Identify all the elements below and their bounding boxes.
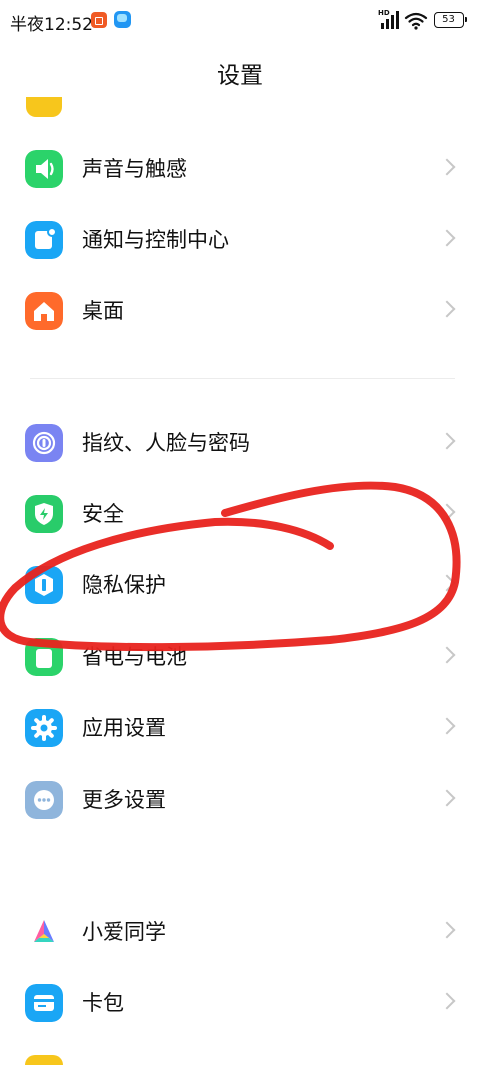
item-label: 更多设置 [82, 788, 166, 812]
notification-icon [25, 221, 63, 259]
item-label: 安全 [82, 502, 124, 526]
home-icon [25, 292, 63, 330]
status-bar: 半夜12:52 HD 53 [0, 0, 480, 44]
fingerprint-icon [25, 424, 63, 462]
settings-item-privacy[interactable]: 隐私保护 [0, 550, 480, 620]
group-divider [30, 378, 455, 379]
page-title: 设置 [217, 63, 263, 89]
settings-item-desktop[interactable]: 桌面 [0, 276, 480, 346]
settings-item-notifications[interactable]: 通知与控制中心 [0, 205, 480, 275]
item-label: 通知与控制中心 [82, 228, 229, 252]
app-notification-icon [114, 11, 131, 28]
settings-item-battery[interactable]: 省电与电池 [0, 622, 480, 692]
hd-badge: HD [378, 9, 390, 17]
chevron-right-icon [438, 717, 456, 735]
item-label: 隐私保护 [82, 573, 166, 597]
chevron-right-icon [438, 158, 456, 176]
item-label: 卡包 [82, 991, 124, 1015]
signal-icon: HD [378, 9, 404, 31]
chevron-right-icon [438, 921, 456, 939]
partial-item-icon [26, 97, 62, 117]
video-app-icon [91, 12, 107, 28]
battery-icon: 53 [434, 12, 467, 28]
more-icon [25, 781, 63, 819]
item-label: 桌面 [82, 299, 124, 323]
settings-item-more[interactable]: 更多设置 [0, 765, 480, 835]
partial-item-icon [25, 1055, 63, 1065]
chevron-right-icon [438, 574, 456, 592]
chevron-right-icon [438, 992, 456, 1010]
item-label: 声音与触感 [82, 157, 187, 181]
chevron-right-icon [438, 503, 456, 521]
settings-item-wallet[interactable]: 卡包 [0, 968, 480, 1038]
chevron-right-icon [438, 300, 456, 318]
wallet-icon [25, 984, 63, 1022]
settings-item-xiaoai[interactable]: 小爱同学 [0, 897, 480, 967]
wifi-icon [404, 12, 428, 30]
xiaoai-icon [25, 913, 63, 951]
battery-icon [25, 638, 63, 676]
item-label: 应用设置 [82, 716, 166, 740]
item-label: 小爱同学 [82, 920, 166, 944]
settings-item-sound[interactable]: 声音与触感 [0, 134, 480, 204]
gear-icon [25, 709, 63, 747]
item-label: 指纹、人脸与密码 [82, 431, 250, 455]
chevron-right-icon [438, 789, 456, 807]
status-time: 半夜12:52 [10, 15, 93, 35]
privacy-icon [25, 566, 63, 604]
settings-item-apps[interactable]: 应用设置 [0, 693, 480, 763]
chevron-right-icon [438, 229, 456, 247]
settings-item-fingerprint[interactable]: 指纹、人脸与密码 [0, 408, 480, 478]
chevron-right-icon [438, 432, 456, 450]
item-label: 省电与电池 [82, 645, 187, 669]
speaker-icon [25, 150, 63, 188]
battery-level: 53 [442, 14, 455, 25]
settings-item-security[interactable]: 安全 [0, 479, 480, 549]
shield-icon [25, 495, 63, 533]
chevron-right-icon [438, 646, 456, 664]
